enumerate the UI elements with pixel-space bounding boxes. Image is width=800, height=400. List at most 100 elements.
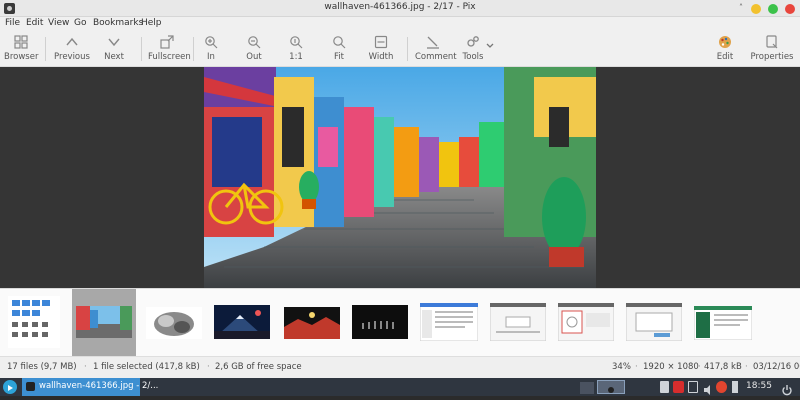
thumbnail-image <box>146 307 202 339</box>
battery-icon[interactable] <box>732 381 738 393</box>
file-size: 417,8 kB <box>704 362 742 372</box>
fullscreen-button[interactable]: Fullscreen <box>148 31 191 67</box>
zoom-level: 34% <box>612 362 631 372</box>
selection-info: 1 file selected (417,8 kB) <box>93 362 200 372</box>
actual-size-button[interactable]: 1:1 <box>285 31 307 67</box>
start-menu-button[interactable] <box>3 380 17 394</box>
image-viewer[interactable] <box>0 67 800 288</box>
zoom-in-button[interactable]: In <box>200 31 222 67</box>
fit-label: Fit <box>334 52 344 62</box>
next-button[interactable]: Next <box>100 31 128 67</box>
image-dimensions: 1920 × 1080 <box>643 362 699 372</box>
fit-button[interactable]: Fit <box>328 31 350 67</box>
thumbnail-strip <box>0 288 800 357</box>
pencil-icon <box>426 35 440 49</box>
separator: · <box>84 362 87 372</box>
thumbnail-selected[interactable] <box>72 289 136 357</box>
toolbar: Browser Previous Next Fullscreen In Out … <box>0 31 800 67</box>
browser-button[interactable]: Browser <box>4 31 38 67</box>
menu-go[interactable]: Go <box>74 18 86 28</box>
zoom-out-button[interactable]: Out <box>242 31 266 67</box>
zoom-in-icon <box>204 35 218 49</box>
volume-icon[interactable] <box>703 381 713 395</box>
menu-bookmarks[interactable]: Bookmarks <box>93 18 143 28</box>
comment-button[interactable]: Comment <box>415 31 457 67</box>
bug-icon[interactable] <box>716 381 727 393</box>
tools-label: Tools <box>462 52 484 62</box>
thumbnail[interactable] <box>4 289 64 357</box>
taskbar-item-pix[interactable]: wallhaven-461366.jpg - 2/... <box>22 378 158 396</box>
mail-icon[interactable] <box>673 381 684 393</box>
file-date: 03/12/16 06:28:27 <box>753 362 800 372</box>
separator: · <box>698 362 701 372</box>
thumbnail-image <box>284 307 340 339</box>
separator <box>407 37 408 61</box>
maximize-button[interactable] <box>768 4 778 14</box>
thumbnail[interactable] <box>486 289 550 357</box>
tools-dropdown[interactable] <box>485 31 495 67</box>
menu-view[interactable]: View <box>48 18 69 28</box>
thumbnail[interactable] <box>690 289 756 357</box>
properties-button[interactable]: Properties <box>750 31 794 67</box>
taskbar: wallhaven-461366.jpg - 2/... 18:55 <box>0 378 800 396</box>
thumbnail-image <box>558 303 614 341</box>
menu-edit[interactable]: Edit <box>26 18 43 28</box>
separator: · <box>745 362 748 372</box>
palette-icon <box>718 35 732 49</box>
thumbnail[interactable] <box>554 289 618 357</box>
power-icon[interactable] <box>781 381 793 396</box>
chevron-down-icon <box>107 35 121 49</box>
minimize-button[interactable] <box>751 4 761 14</box>
comment-label: Comment <box>415 52 457 62</box>
workspace-2[interactable] <box>597 380 625 394</box>
properties-label: Properties <box>750 52 794 62</box>
display-icon[interactable] <box>688 381 698 393</box>
fullscreen-label: Fullscreen <box>148 52 191 62</box>
thumbnail-image <box>76 306 132 338</box>
fit-width-button[interactable]: Width <box>367 31 395 67</box>
thumbnail[interactable] <box>622 289 686 357</box>
separator <box>45 37 46 61</box>
clipboard-icon[interactable] <box>660 381 669 393</box>
tools-button[interactable]: Tools <box>460 31 486 67</box>
separator: · <box>635 362 638 372</box>
title-bar: wallhaven-461366.jpg - 2/17 - Pix ˄ <box>0 0 800 17</box>
separator <box>141 37 142 61</box>
thumbnail[interactable] <box>280 289 344 357</box>
file-count: 17 files (9,7 MB) <box>7 362 77 372</box>
status-bar: 17 files (9,7 MB) · 1 file selected (417… <box>0 356 800 378</box>
edit-label: Edit <box>716 52 734 62</box>
keep-above-button[interactable]: ˄ <box>736 3 746 13</box>
fit-width-icon <box>374 35 388 49</box>
thumbnail-image <box>626 303 682 341</box>
thumbnail[interactable] <box>210 289 274 357</box>
fullscreen-icon <box>160 35 174 49</box>
zoom-out-icon <box>247 35 261 49</box>
zoom-original-icon <box>289 35 303 49</box>
thumbnail-image <box>490 303 546 341</box>
zoom-in-label: In <box>207 52 215 62</box>
edit-button[interactable]: Edit <box>712 31 738 67</box>
thumbnail[interactable] <box>142 289 206 357</box>
fit-width-label: Width <box>368 52 394 62</box>
menu-file[interactable]: File <box>5 18 20 28</box>
displayed-image <box>204 67 596 288</box>
thumbnail-image <box>694 306 752 340</box>
workspace-1[interactable] <box>580 382 594 394</box>
menu-help[interactable]: Help <box>141 18 162 28</box>
next-label: Next <box>104 52 124 62</box>
thumbnail[interactable] <box>348 289 412 357</box>
actual-size-label: 1:1 <box>289 52 303 62</box>
separator: · <box>207 362 210 372</box>
thumbnail-image <box>352 305 408 339</box>
previous-button[interactable]: Previous <box>54 31 90 67</box>
thumbnail[interactable] <box>416 289 482 357</box>
pix-window: wallhaven-461366.jpg - 2/17 - Pix ˄ File… <box>0 0 800 378</box>
zoom-fit-icon <box>332 35 346 49</box>
chevron-down-icon <box>485 39 495 53</box>
menu-bar: File Edit View Go Bookmarks Help <box>0 17 800 31</box>
taskbar-item-label: wallhaven-461366.jpg - 2/... <box>39 381 159 391</box>
properties-icon <box>765 35 779 49</box>
clock: 18:55 <box>746 381 772 391</box>
close-button[interactable] <box>785 4 795 14</box>
